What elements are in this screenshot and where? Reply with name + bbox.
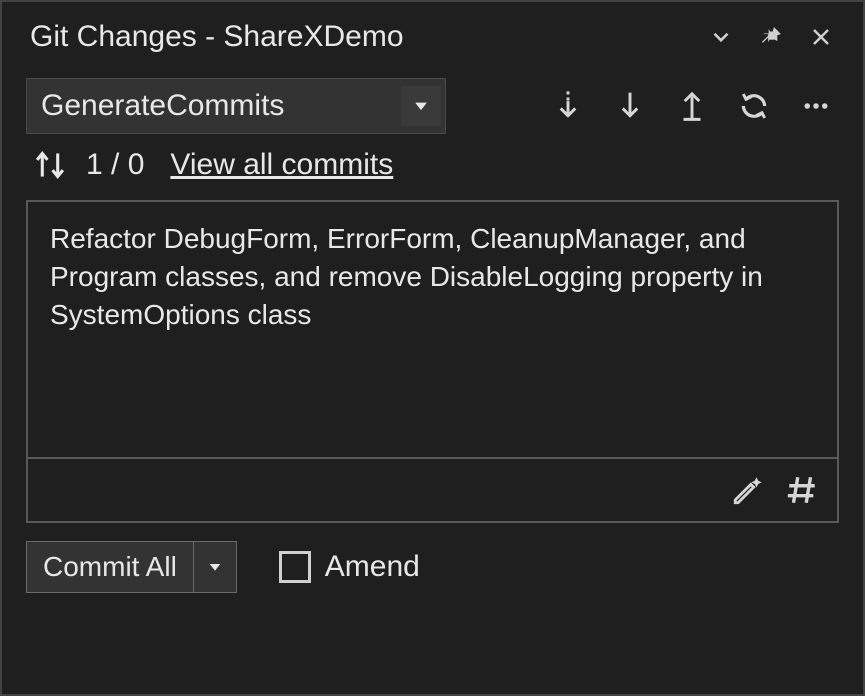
branch-name: GenerateCommits (41, 89, 401, 123)
commit-message-input[interactable] (28, 202, 837, 452)
pin-icon[interactable] (749, 15, 793, 59)
fetch-icon[interactable] (545, 83, 591, 129)
commit-action-row: Commit All Amend (2, 523, 863, 611)
commit-message-area (26, 200, 839, 523)
close-icon[interactable] (799, 15, 843, 59)
sync-stats-row: 1 / 0 View all commits (2, 148, 863, 200)
branch-selector[interactable]: GenerateCommits (26, 78, 446, 134)
push-icon[interactable] (669, 83, 715, 129)
outgoing-count: 1 (86, 148, 103, 181)
branch-dropdown-icon[interactable] (401, 86, 441, 126)
panel-titlebar: Git Changes - ShareXDemo (2, 2, 863, 66)
incoming-count: 0 (128, 148, 145, 181)
pull-icon[interactable] (607, 83, 653, 129)
amend-option: Amend (279, 550, 420, 584)
commit-dropdown-icon[interactable] (194, 542, 236, 592)
sync-icon[interactable] (731, 83, 777, 129)
branch-toolbar: GenerateCommits (2, 66, 863, 148)
view-all-commits-link[interactable]: View all commits (170, 148, 393, 182)
commit-all-button[interactable]: Commit All (26, 541, 237, 593)
commit-all-label[interactable]: Commit All (27, 542, 194, 592)
commit-message-toolbar (28, 457, 837, 521)
sync-counts: 1 / 0 (86, 148, 144, 182)
panel-title: Git Changes - ShareXDemo (30, 20, 693, 54)
hash-icon[interactable] (779, 467, 825, 513)
sync-arrows-icon (32, 148, 68, 182)
more-icon[interactable] (793, 83, 839, 129)
ai-sparkle-pen-icon[interactable] (725, 467, 771, 513)
amend-checkbox[interactable] (279, 551, 311, 583)
git-changes-panel: Git Changes - ShareXDemo GenerateCommits (0, 0, 865, 696)
amend-label: Amend (325, 550, 420, 584)
collapse-icon[interactable] (699, 15, 743, 59)
